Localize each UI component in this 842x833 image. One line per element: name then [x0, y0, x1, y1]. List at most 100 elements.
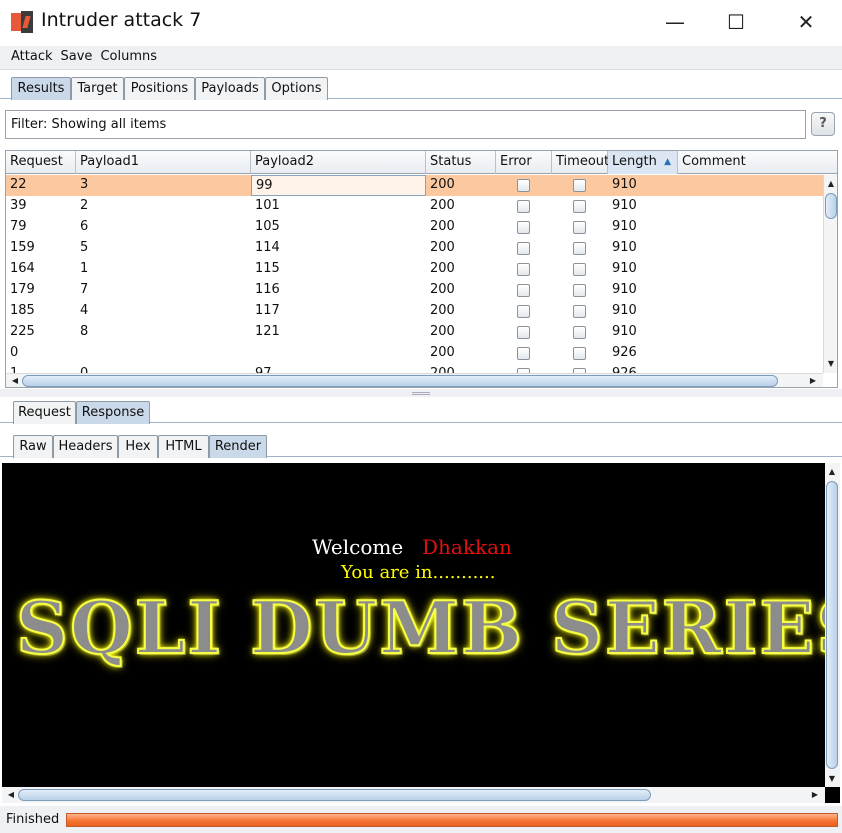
col-payload1[interactable]: Payload1 [76, 151, 251, 174]
cell-status: 200 [430, 282, 455, 297]
cell-length: 910 [612, 240, 637, 255]
timeout-checkbox [573, 221, 586, 234]
render-scroll-right-icon[interactable]: ▶ [808, 788, 822, 802]
table-horizontal-scrollbar[interactable]: ◀ ▶ [6, 373, 823, 387]
username-text: Dhakkan [422, 535, 512, 559]
cell-status: 200 [430, 219, 455, 234]
cell-comment [678, 238, 823, 259]
menu-save[interactable]: Save [55, 46, 95, 64]
tab-request[interactable]: Request [13, 401, 76, 424]
login-message: You are in........... [341, 562, 496, 583]
table-hscroll-thumb[interactable] [22, 375, 778, 387]
table-vertical-scrollbar[interactable]: ▲ ▼ [823, 175, 837, 373]
cell-request: 22 [10, 177, 27, 192]
render-scroll-down-icon[interactable]: ▼ [825, 772, 839, 786]
cell-request: 185 [10, 303, 35, 318]
error-checkbox [517, 179, 530, 192]
render-vertical-scrollbar[interactable]: ▲ ▼ [825, 463, 840, 787]
menu-attack[interactable]: Attack [0, 46, 55, 64]
render-horizontal-scrollbar[interactable]: ◀ ▶ [2, 787, 825, 803]
cell-payload1: 4 [80, 303, 89, 318]
tab-raw[interactable]: Raw [13, 435, 53, 458]
help-button[interactable]: ? [811, 112, 835, 136]
timeout-checkbox [573, 179, 586, 192]
cell-status: 200 [430, 198, 455, 213]
cell-request: 164 [10, 261, 35, 276]
scroll-right-icon[interactable]: ▶ [806, 374, 820, 387]
render-scroll-up-icon[interactable]: ▲ [825, 465, 839, 479]
cell-payload1: 8 [80, 324, 89, 339]
timeout-checkbox [573, 347, 586, 360]
table-row[interactable]: 164 1 115 200 910 [6, 259, 824, 280]
cell-comment [678, 301, 823, 322]
close-button[interactable]: ✕ [786, 8, 826, 36]
maximize-button[interactable]: ☐ [716, 8, 756, 36]
tab-html[interactable]: HTML [158, 435, 209, 458]
table-row[interactable]: 0 200 926 [6, 343, 824, 364]
table-row[interactable]: 159 5 114 200 910 [6, 238, 824, 259]
error-checkbox [517, 263, 530, 276]
status-bar: Finished [0, 806, 842, 833]
cell-request: 0 [10, 345, 19, 360]
table-row[interactable]: 185 4 117 200 910 [6, 301, 824, 322]
render-view: Welcome Dhakkan You are in........... SQ… [2, 463, 825, 803]
table-row[interactable]: 179 7 116 200 910 [6, 280, 824, 301]
tab-payloads[interactable]: Payloads [195, 77, 265, 100]
cell-payload1 [76, 343, 251, 364]
window-title: Intruder attack 7 [41, 9, 202, 31]
tab-target[interactable]: Target [71, 77, 124, 100]
col-status[interactable]: Status [426, 151, 496, 174]
render-scroll-left-icon[interactable]: ◀ [4, 788, 18, 802]
cell-comment [678, 196, 823, 217]
cell-comment [678, 280, 823, 301]
tab-headers[interactable]: Headers [53, 435, 118, 458]
cell-payload1: 2 [80, 198, 89, 213]
col-request[interactable]: Request [6, 151, 76, 174]
scroll-up-icon[interactable]: ▲ [824, 177, 837, 191]
cell-length: 910 [612, 198, 637, 213]
table-vscroll-thumb[interactable] [825, 193, 837, 219]
tab-results[interactable]: Results [11, 77, 71, 100]
main-tab-bar: Results Target Positions Payloads Option… [0, 73, 842, 100]
cell-payload2: 115 [255, 261, 280, 276]
minimize-button[interactable]: — [655, 8, 695, 36]
tab-render[interactable]: Render [209, 435, 267, 458]
error-checkbox [517, 347, 530, 360]
col-length-label: Length [612, 154, 657, 169]
tab-positions[interactable]: Positions [124, 77, 195, 100]
filter-bar[interactable]: Filter: Showing all items [5, 110, 806, 139]
pane-splitter[interactable] [0, 389, 842, 397]
timeout-checkbox [573, 242, 586, 255]
tab-response[interactable]: Response [76, 401, 150, 424]
table-row[interactable]: 22 3 99 200 910 [6, 175, 824, 196]
tab-options[interactable]: Options [265, 77, 328, 100]
col-timeout[interactable]: Timeout [552, 151, 609, 174]
table-header: Request Payload1 Payload2 Status Error T… [6, 151, 837, 174]
cell-payload2: 117 [255, 303, 280, 318]
col-error[interactable]: Error [496, 151, 552, 174]
scroll-corner [825, 787, 840, 803]
cell-status: 200 [430, 345, 455, 360]
cell-payload1: 5 [80, 240, 89, 255]
render-vscroll-thumb[interactable] [826, 481, 838, 769]
error-checkbox [517, 200, 530, 213]
error-checkbox [517, 326, 530, 339]
table-row[interactable]: 39 2 101 200 910 [6, 196, 824, 217]
cell-payload1: 7 [80, 282, 89, 297]
cell-request: 179 [10, 282, 35, 297]
render-hscroll-thumb[interactable] [18, 789, 651, 801]
cell-payload1: 1 [80, 261, 89, 276]
timeout-checkbox [573, 263, 586, 276]
tab-hex[interactable]: Hex [118, 435, 158, 458]
cell-request: 79 [10, 219, 27, 234]
col-payload2[interactable]: Payload2 [251, 151, 426, 174]
scroll-down-icon[interactable]: ▼ [824, 357, 837, 371]
table-row[interactable]: 79 6 105 200 910 [6, 217, 824, 238]
splitter-grip-icon[interactable] [412, 392, 430, 395]
menu-columns[interactable]: Columns [94, 46, 159, 64]
col-length[interactable]: Length ▲ [608, 151, 678, 174]
scroll-left-icon[interactable]: ◀ [8, 374, 22, 387]
cell-comment [678, 259, 823, 280]
col-comment[interactable]: Comment [678, 151, 837, 174]
table-row[interactable]: 225 8 121 200 910 [6, 322, 824, 343]
